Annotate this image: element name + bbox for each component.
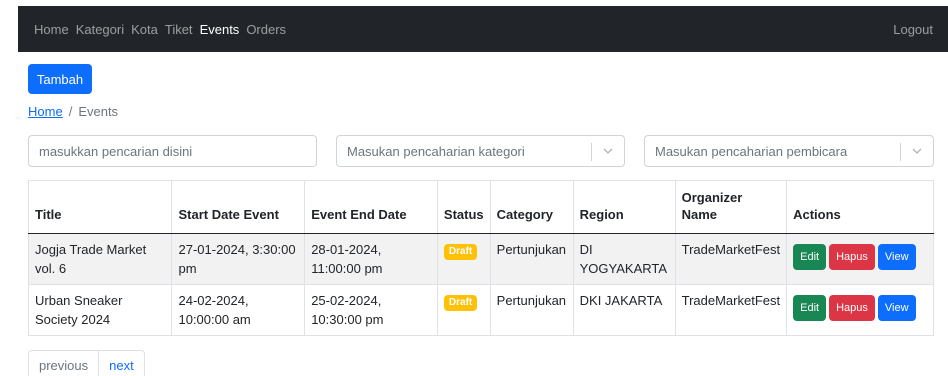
column-header-status: Status — [436, 180, 491, 234]
nav-link-orders[interactable]: Orders — [246, 22, 286, 37]
event-start-date: 27-01-2024, 3:30:00 pm — [171, 233, 305, 285]
view-button[interactable]: View — [877, 244, 916, 270]
table-row: Jogja Trade Market vol. 6 27-01-2024, 3:… — [28, 233, 934, 285]
event-end-date: 28-01-2024, 11:00:00 pm — [304, 233, 438, 285]
column-header-start-date: Start Date Event — [171, 180, 305, 234]
select-separator — [591, 143, 592, 161]
select-separator — [900, 143, 901, 161]
event-title: Jogja Trade Market vol. 6 — [28, 233, 172, 285]
event-status-cell: Draft — [436, 284, 491, 336]
nav-links: Home Kategori Kota Tiket Events Orders — [34, 22, 286, 37]
status-badge: Draft — [443, 295, 478, 311]
logout-link[interactable]: Logout — [893, 22, 933, 37]
category-select-placeholder: Masukan pencaharian kategori — [347, 143, 525, 159]
category-select[interactable]: Masukan pencaharian kategori — [336, 135, 625, 167]
delete-button[interactable]: Hapus — [829, 244, 875, 270]
event-title: Urban Sneaker Society 2024 — [28, 284, 172, 336]
event-category: Pertunjukan — [489, 284, 574, 336]
nav-link-kategori[interactable]: Kategori — [76, 22, 124, 37]
column-header-organizer: Organizer Name — [674, 180, 787, 234]
breadcrumb-home-link[interactable]: Home — [28, 104, 63, 119]
event-organizer: TradeMarketFest — [674, 233, 787, 285]
event-organizer: TradeMarketFest — [674, 284, 787, 336]
next-page-button[interactable]: next — [99, 350, 145, 376]
table-header-row: Title Start Date Event Event End Date St… — [28, 180, 934, 234]
delete-button[interactable]: Hapus — [829, 295, 875, 321]
nav-link-tiket[interactable]: Tiket — [165, 22, 193, 37]
chevron-down-icon — [603, 148, 613, 154]
add-event-button[interactable]: Tambah — [28, 64, 92, 94]
pagination: previous next — [28, 350, 145, 376]
event-status-cell: Draft — [436, 233, 491, 285]
event-region: DKI JAKARTA — [572, 284, 676, 336]
status-badge: Draft — [443, 244, 478, 260]
event-actions: Edit Hapus View — [786, 284, 934, 336]
edit-button[interactable]: Edit — [793, 244, 827, 270]
previous-page-button[interactable]: previous — [28, 350, 100, 376]
event-end-date: 25-02-2024, 10:30:00 pm — [304, 284, 438, 336]
search-input[interactable] — [28, 135, 317, 167]
column-header-title: Title — [28, 180, 172, 234]
event-start-date: 24-02-2024, 10:00:00 am — [171, 284, 305, 336]
column-header-end-date: Event End Date — [304, 180, 438, 234]
nav-link-kota[interactable]: Kota — [131, 22, 158, 37]
events-table: Title Start Date Event Event End Date St… — [28, 180, 934, 336]
edit-button[interactable]: Edit — [793, 295, 827, 321]
event-category: Pertunjukan — [489, 233, 574, 285]
chevron-down-icon — [912, 148, 922, 154]
speaker-select[interactable]: Masukan pencaharian pembicara — [644, 135, 934, 167]
column-header-category: Category — [489, 180, 574, 234]
column-header-region: Region — [572, 180, 676, 234]
column-header-actions: Actions — [786, 180, 934, 234]
nav-link-home[interactable]: Home — [34, 22, 69, 37]
event-actions: Edit Hapus View — [786, 233, 934, 285]
top-navbar: Home Kategori Kota Tiket Events Orders L… — [18, 6, 948, 52]
table-row: Urban Sneaker Society 2024 24-02-2024, 1… — [28, 284, 934, 336]
view-button[interactable]: View — [877, 295, 916, 321]
breadcrumb-current: Events — [78, 104, 119, 119]
breadcrumb: Home / Events — [28, 104, 118, 119]
nav-link-events[interactable]: Events — [200, 22, 240, 37]
breadcrumb-separator: / — [68, 104, 73, 119]
speaker-select-placeholder: Masukan pencaharian pembicara — [655, 143, 848, 159]
event-region: DI YOGYAKARTA — [572, 233, 676, 285]
